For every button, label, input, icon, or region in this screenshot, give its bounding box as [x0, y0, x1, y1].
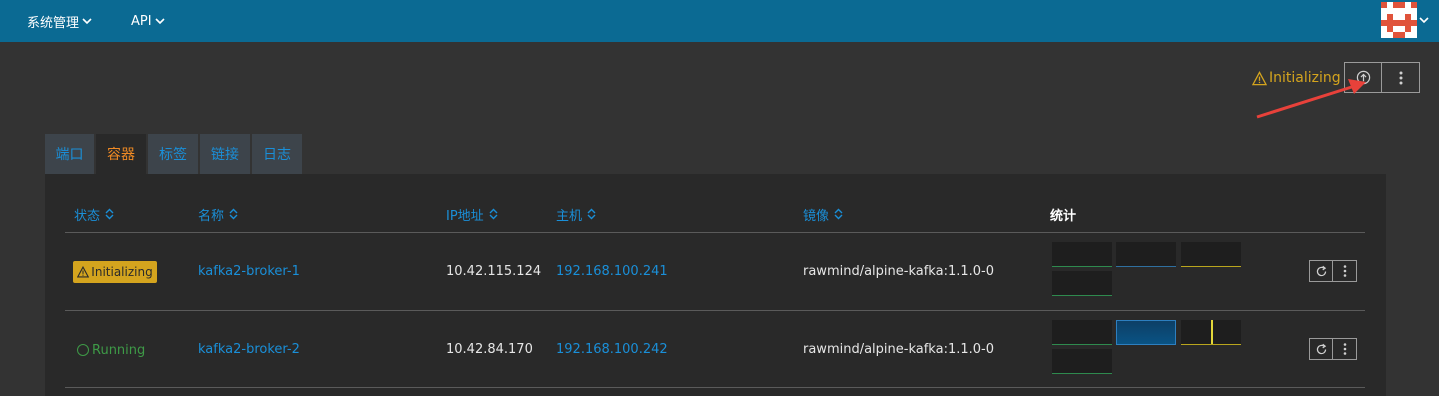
- sort-icon: [229, 208, 238, 220]
- warning-icon: [77, 266, 90, 278]
- more-actions-button[interactable]: [1381, 62, 1420, 93]
- network-sparkline: [1181, 320, 1241, 345]
- column-header-label: 统计: [1050, 208, 1077, 224]
- restart-button[interactable]: [1309, 260, 1333, 282]
- column-header-host[interactable]: 主机: [556, 205, 596, 224]
- storage-sparkline: [1052, 271, 1112, 296]
- restart-icon: [1316, 343, 1326, 354]
- vertical-dots-icon: [1343, 265, 1346, 277]
- status-text: Running: [92, 342, 146, 358]
- status-badge: Initializing: [73, 261, 157, 283]
- status-text: Initializing: [91, 265, 153, 279]
- cpu-sparkline: [1052, 242, 1112, 267]
- nav-system-management[interactable]: 系统管理: [27, 0, 92, 42]
- host-link[interactable]: 192.168.100.241: [556, 261, 668, 281]
- row-actions: [1309, 338, 1357, 360]
- container-image: rawmind/alpine-kafka:1.1.0-0: [803, 263, 994, 279]
- memory-sparkline: [1116, 242, 1176, 267]
- sort-icon: [105, 208, 114, 220]
- network-sparkline: [1181, 242, 1241, 267]
- nav-api[interactable]: API: [131, 0, 165, 42]
- column-header-status[interactable]: 状态: [74, 205, 114, 224]
- tab-bar: 端口 容器 标签 链接 日志: [45, 134, 304, 174]
- column-header-stats: 统计: [1050, 205, 1077, 224]
- sort-icon: [489, 208, 498, 220]
- header-divider: [65, 232, 1365, 233]
- row-divider: [65, 387, 1365, 388]
- containers-panel: [45, 174, 1386, 396]
- row-actions: [1309, 260, 1357, 282]
- sort-icon: [587, 208, 596, 220]
- storage-sparkline: [1052, 349, 1112, 374]
- vertical-dots-icon: [1399, 71, 1402, 84]
- chevron-down-icon: [155, 18, 165, 25]
- chevron-down-icon: [1419, 17, 1429, 24]
- column-header-label: IP地址: [446, 208, 484, 224]
- avatar: [1381, 2, 1417, 38]
- cpu-sparkline: [1052, 320, 1112, 345]
- vertical-dots-icon: [1343, 343, 1346, 355]
- tab-labels[interactable]: 标签: [148, 134, 198, 174]
- column-header-name[interactable]: 名称: [198, 205, 238, 224]
- annotation-arrow: [1256, 79, 1366, 119]
- tab-label: 标签: [159, 147, 187, 163]
- tab-label: 日志: [263, 147, 291, 163]
- restart-icon: [1316, 265, 1326, 276]
- column-header-label: 主机: [556, 208, 583, 224]
- container-name-link[interactable]: kafka2-broker-1: [198, 261, 300, 281]
- chevron-down-icon: [82, 18, 92, 25]
- row-more-button[interactable]: [1333, 338, 1357, 360]
- tab-label: 端口: [55, 147, 84, 163]
- row-more-button[interactable]: [1333, 260, 1357, 282]
- nav-system-label: 系统管理: [27, 15, 80, 31]
- container-name-link[interactable]: kafka2-broker-2: [198, 339, 300, 359]
- host-link[interactable]: 192.168.100.242: [556, 339, 668, 359]
- tab-label: 链接: [211, 147, 239, 163]
- memory-sparkline: [1116, 320, 1176, 345]
- tab-ports[interactable]: 端口: [45, 134, 94, 174]
- row-divider: [65, 310, 1365, 311]
- tab-logs[interactable]: 日志: [252, 134, 302, 174]
- tab-links[interactable]: 链接: [200, 134, 250, 174]
- status-badge: Running: [77, 340, 145, 360]
- network-spike: [1211, 320, 1213, 344]
- top-nav-bar: 系统管理 API: [0, 0, 1439, 42]
- running-circle-icon: [77, 344, 89, 356]
- container-ip: 10.42.115.124: [446, 263, 542, 279]
- tab-label: 容器: [107, 147, 135, 163]
- tab-containers[interactable]: 容器: [96, 134, 146, 174]
- column-header-image[interactable]: 镜像: [803, 205, 843, 224]
- container-image: rawmind/alpine-kafka:1.1.0-0: [803, 341, 994, 357]
- column-header-ip[interactable]: IP地址: [446, 205, 498, 224]
- user-menu[interactable]: [1381, 2, 1429, 38]
- nav-api-label: API: [131, 13, 152, 29]
- column-header-label: 状态: [74, 208, 101, 224]
- column-header-label: 名称: [198, 208, 225, 224]
- sort-icon: [834, 208, 843, 220]
- restart-button[interactable]: [1309, 338, 1333, 360]
- column-header-label: 镜像: [803, 208, 830, 224]
- container-ip: 10.42.84.170: [446, 341, 533, 357]
